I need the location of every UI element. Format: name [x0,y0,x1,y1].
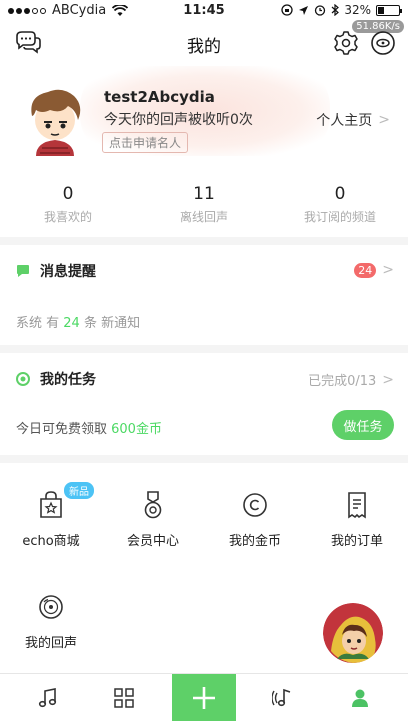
bottom-tab-bar [0,673,408,721]
tasks-row[interactable]: 我的任务 [16,369,96,389]
alarm-icon [315,5,326,16]
echo-note-icon [272,688,291,707]
profile-card[interactable]: test2Abcydia 今天你的回声被收听0次 点击申请名人 个人主页 > [0,66,408,176]
chat-bubble-green-icon [17,265,29,277]
battery-percent: 32% [344,3,371,17]
tab-discover[interactable] [92,674,156,721]
stat-value: 0 [62,184,74,204]
coin-icon [243,493,267,517]
messages-summary: 系统 有 24 条 新通知 [16,312,140,331]
top-header: 我的 [0,22,408,64]
user-avatar[interactable] [22,86,88,158]
messages-sub-prefix: 系统 有 [16,316,64,331]
messages-row[interactable]: 消息提醒 [16,261,96,281]
stat-likes[interactable]: 0 我喜欢的 [8,184,128,225]
medal-icon [144,491,162,519]
battery-icon [376,4,402,16]
tasks-title: 我的任务 [40,372,96,388]
unread-count-badge: 24 [354,262,377,278]
grid-label: 我的订单 [330,534,383,549]
receipt-icon [348,492,366,519]
location-icon [299,5,309,15]
grid-my-echoes[interactable]: 我的回声 [0,592,102,651]
grid-label: 我的回声 [24,636,77,651]
personal-homepage-label: 个人主页 [316,113,373,129]
grid-label: 会员中心 [126,534,179,549]
plus-icon [193,687,215,709]
grid-icon [114,688,134,708]
bluetooth-icon [331,4,340,16]
chevron-right-icon: > [382,262,394,278]
stat-label: 离线回声 [179,210,228,224]
floating-player-avatar[interactable] [323,603,383,663]
grid-label: echo商城 [22,534,80,549]
tasks-progress[interactable]: 已完成0/13 > [308,370,394,390]
messages-badge-area[interactable]: 24 > [354,262,394,278]
music-note-icon [38,688,57,708]
stats-row: 0 我喜欢的 11 离线回声 0 我订阅的频道 [0,184,408,228]
grid-my-orders[interactable]: 我的订单 [306,490,408,549]
grid-echo-shop[interactable]: 新品 echo商城 [0,482,102,549]
tasks-progress-text: 已完成0/13 [308,374,377,389]
profile-subtitle: 今天你的回声被收听0次 [104,112,253,128]
tab-publish[interactable] [172,674,236,721]
apply-celebrity-badge[interactable]: 点击申请名人 [102,132,189,153]
rotation-lock-icon [281,4,293,16]
messages-sub-suffix: 条 新通知 [79,316,141,331]
username: test2Abcydia [104,88,215,106]
stat-label: 我订阅的频道 [303,210,376,224]
do-tasks-button[interactable]: 做任务 [332,410,394,440]
chevron-right-icon: > [378,112,390,128]
disc-scan-icon[interactable] [369,30,397,56]
tab-echo[interactable] [252,674,316,721]
status-bar: ABCydia 11:45 32% [0,0,408,22]
grid-my-coins[interactable]: 我的金币 [204,490,306,549]
section-divider [0,455,408,463]
messages-title: 消息提醒 [40,264,96,280]
status-right: 32% [281,3,402,17]
tasks-sub-prefix: 今日可免费领取 [16,422,112,437]
stat-subscribed-channels[interactable]: 0 我订阅的频道 [280,184,400,225]
grid-label: 我的金币 [228,534,281,549]
tasks-summary: 今日可免费领取 600金币 [16,418,162,437]
stat-value: 0 [334,184,346,204]
chevron-right-icon: > [382,371,394,388]
record-disc-icon [39,595,63,619]
personal-homepage-link[interactable]: 个人主页 > [316,110,390,130]
profile-icon [352,689,368,707]
shop-bag-icon [40,491,62,518]
section-divider [0,237,408,245]
tasks-sub-amount: 600金币 [111,422,162,437]
grid-member-center[interactable]: 会员中心 [102,490,204,549]
messages-sub-count: 24 [63,316,80,331]
stat-label: 我喜欢的 [43,210,92,224]
stat-offline-echoes[interactable]: 11 离线回声 [144,184,264,225]
tab-profile-active[interactable] [328,674,392,721]
settings-gear-icon[interactable] [332,30,360,56]
tab-music[interactable] [16,674,80,721]
task-target-icon [16,372,30,386]
new-tag-badge: 新品 [64,482,94,499]
stat-value: 11 [193,184,215,204]
section-divider [0,345,408,353]
